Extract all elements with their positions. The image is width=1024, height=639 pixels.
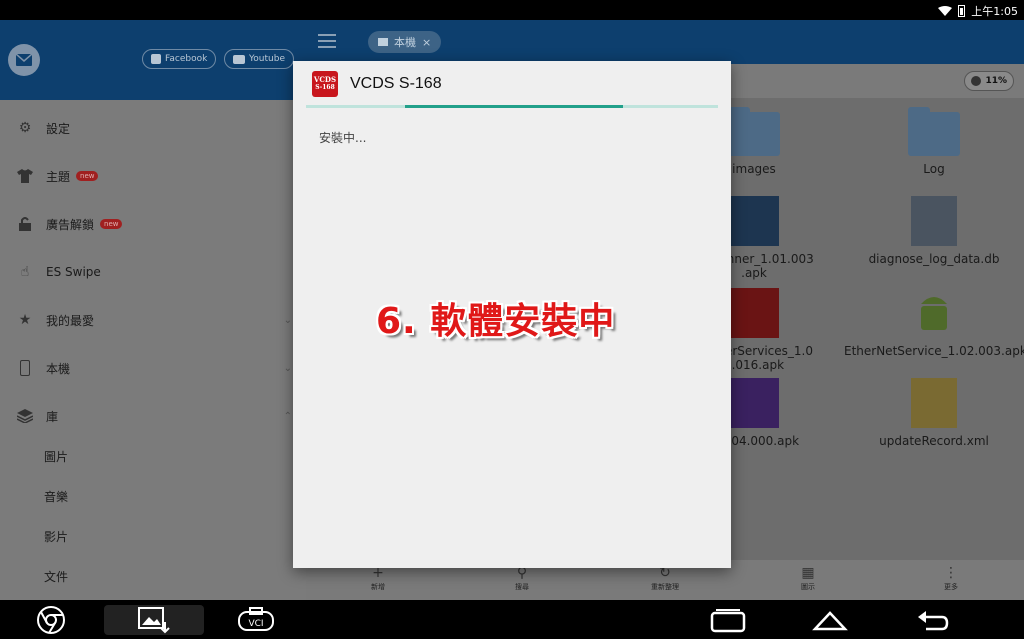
lock-icon [16,215,34,233]
chrome-icon[interactable] [34,605,68,635]
chevron-down-icon: ⌄ [283,362,292,374]
folder-icon [728,107,780,156]
new-badge: new [100,219,123,229]
mail-icon[interactable] [8,44,40,76]
layers-icon [16,407,34,425]
more-button[interactable]: ⋮ 更多 [911,560,991,600]
file-item[interactable]: diagnose_log_data.db [844,196,1024,266]
youtube-button[interactable]: Youtube [224,49,294,69]
drawer-subitem-documents[interactable]: 文件 [0,556,306,596]
pie-icon [971,76,982,86]
drawer-item-unlock-ads[interactable]: 廣告解鎖 new [0,200,306,248]
drawer-subitem-music[interactable]: 音樂 [0,476,306,516]
facebook-icon [151,54,161,64]
folder-icon [378,38,388,46]
youtube-icon [233,54,245,64]
menu-icon[interactable] [318,34,336,48]
gallery-icon[interactable] [104,605,204,635]
star-icon: ★ [18,312,32,328]
drawer-item-settings[interactable]: ⚙ 設定 [0,104,306,152]
file-item[interactable]: Log [844,107,1024,176]
vci-icon[interactable]: VCI [236,605,276,635]
tutorial-caption: 6. 軟體安裝中 [376,301,616,342]
close-icon[interactable]: × [422,36,431,49]
back-icon[interactable] [914,605,950,635]
folder-icon [908,107,960,156]
drawer-item-favorites[interactable]: ★ 我的最愛 ⌄ [0,296,306,344]
file-item[interactable]: updateRecord.xml [844,378,1024,448]
xml-file-icon [911,378,957,428]
battery-icon [958,5,966,17]
system-nav-bar: VCI [0,600,1024,639]
shirt-icon [16,167,34,185]
progress-fill [404,105,624,108]
purple-app-icon [729,378,779,428]
android-icon [909,288,959,338]
grid-icon: ▦ [801,565,815,581]
home-icon[interactable] [812,605,848,635]
vcds-app-icon: VCDS S-168 [312,71,338,97]
status-bar: 上午1:05 [0,0,1024,20]
vci-icon-label: VCI [248,619,263,629]
new-badge: new [76,171,99,181]
status-time: 上午1:05 [971,5,1018,18]
swipe-icon: ☝ [20,264,30,280]
scanner-app-icon [729,196,779,246]
chevron-up-icon: ⌃ [283,410,292,422]
gear-icon: ⚙ [18,120,32,136]
facebook-button[interactable]: Facebook [142,49,217,69]
view-button[interactable]: ▦ 圖示 [768,560,848,600]
breadcrumb[interactable]: 本機 × [368,31,442,53]
drawer-item-theme[interactable]: 主題 new [0,152,306,200]
more-vert-icon: ⋮ [944,565,958,581]
chevron-down-icon: ⌄ [283,314,292,326]
dialog-title: VCDS S-168 [350,75,442,92]
drawer-item-library[interactable]: 庫 ⌃ [0,392,306,440]
drawer-subitem-images[interactable]: 圖片 [0,436,306,476]
phone-icon [16,359,34,377]
navigation-drawer: Facebook Youtube ⚙ 設定 主題 new 廣告解鎖 new ☝ … [0,20,306,600]
wifi-icon [938,6,953,16]
drawer-item-es-swipe[interactable]: ☝ ES Swipe [0,248,306,296]
top-app-bar: 本機 × [306,20,1024,64]
recent-apps-icon[interactable] [708,605,748,635]
android-screen: 上午1:05 Facebook Youtube ⚙ 設定 主題 new 廣告解鎖… [0,0,1024,639]
install-status-text: 安裝中... [319,131,367,145]
car-app-icon [729,288,779,338]
install-progress-bar [306,105,718,108]
drawer-header: Facebook Youtube [0,20,306,100]
drawer-item-local[interactable]: 本機 ⌄ [0,344,306,392]
dialog-header: VCDS S-168 VCDS S-168 [293,61,731,107]
drawer-subitem-video[interactable]: 影片 [0,516,306,556]
unknown-file-icon [911,196,957,246]
file-item[interactable]: EtherNetService_1.02.003.apk [844,288,1024,358]
storage-usage[interactable]: 11% [964,71,1014,91]
